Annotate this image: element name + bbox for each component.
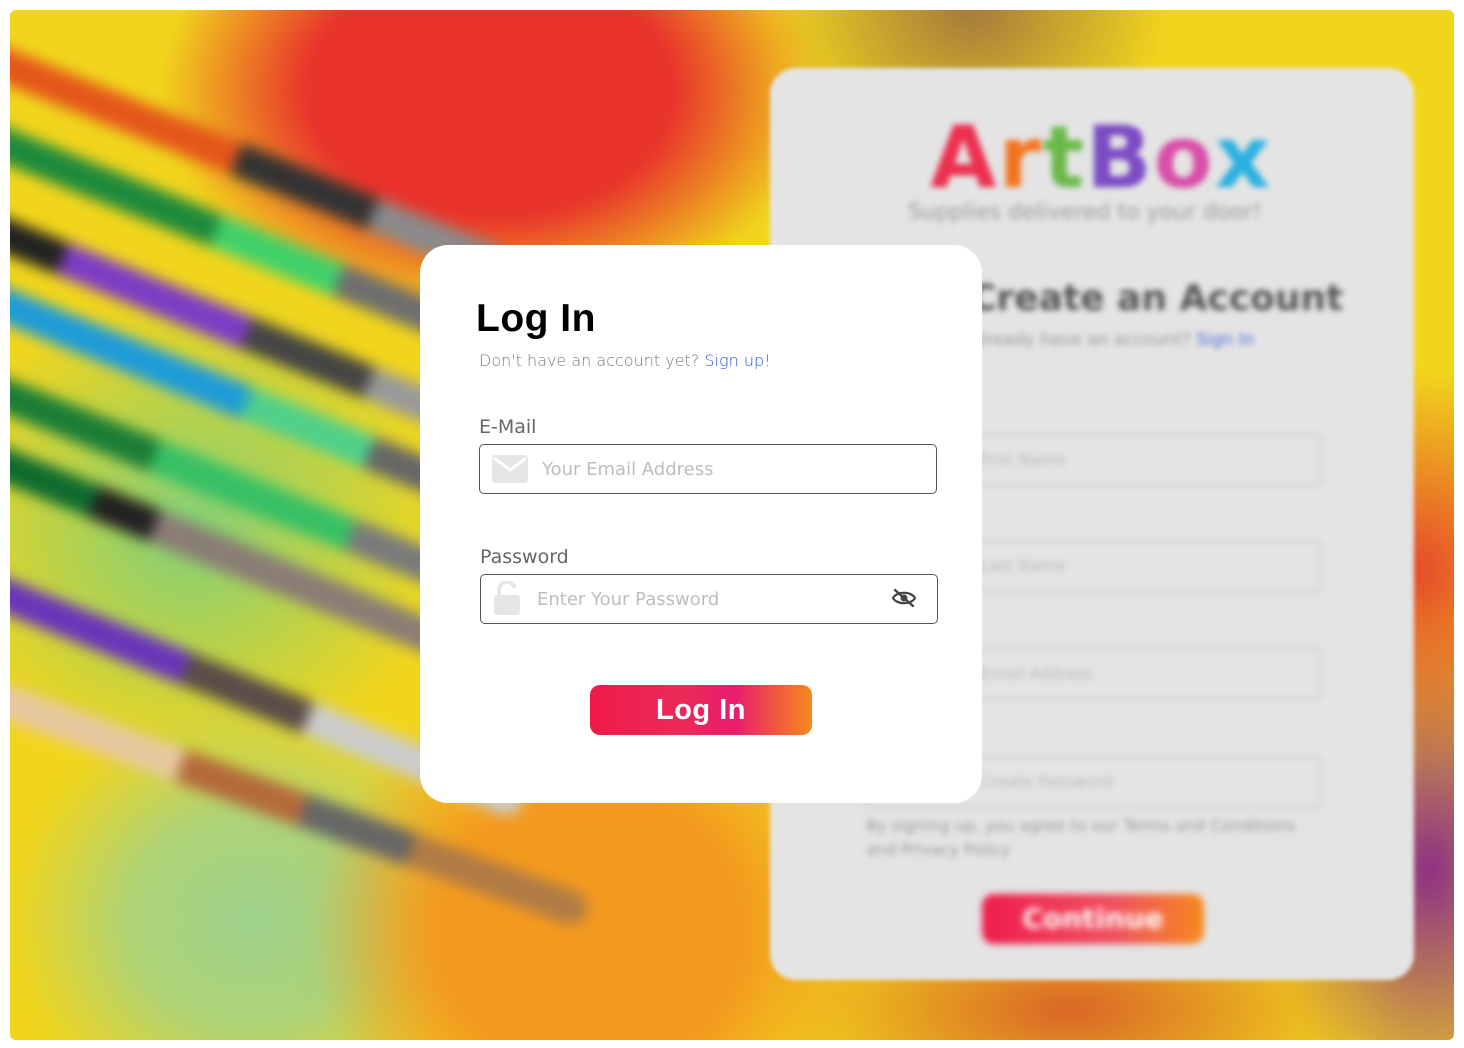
logo-letter: x: [1214, 108, 1273, 208]
field-placeholder: Last Name: [980, 556, 1066, 575]
logo-letter: A: [930, 108, 999, 208]
signin-prompt: Already have an account? Sign In: [970, 330, 1254, 350]
eye-slash-icon[interactable]: [891, 587, 917, 609]
email-label: E-Mail: [479, 416, 537, 438]
unlock-icon: [494, 581, 520, 615]
signup-prompt-text: Don't have an account yet?: [479, 351, 700, 370]
password-field[interactable]: [480, 574, 938, 624]
continue-button: Continue: [982, 894, 1204, 944]
signin-prompt-text: Already have an account?: [970, 330, 1191, 350]
page-title: Log In: [476, 297, 596, 340]
login-modal: Log In Don't have an account yet? Sign u…: [420, 245, 982, 803]
signup-link[interactable]: Sign up!: [704, 351, 770, 370]
password-input[interactable]: [535, 575, 881, 623]
signin-link: Sign In: [1195, 330, 1255, 350]
logo-letter: r: [998, 108, 1043, 208]
login-button[interactable]: Log In: [590, 685, 812, 735]
terms-text: By signing up, you agree to our Terms an…: [866, 816, 1296, 859]
signup-heading: Create an Account: [970, 278, 1344, 319]
password-label: Password: [480, 546, 569, 568]
field-placeholder: First Name: [980, 450, 1066, 469]
artbox-logo: ArtBox: [930, 108, 1272, 208]
email-field[interactable]: [479, 444, 937, 494]
logo-letter: o: [1153, 108, 1215, 208]
field-placeholder: Create Password: [980, 772, 1113, 791]
tagline: Supplies delivered to your door!: [908, 200, 1262, 225]
logo-letter: t: [1042, 108, 1087, 208]
signup-prompt: Don't have an account yet? Sign up!: [479, 351, 771, 370]
email-input[interactable]: [540, 445, 924, 493]
logo-letter: B: [1086, 108, 1154, 208]
envelope-icon: [492, 455, 528, 483]
field-placeholder: Email Address: [980, 664, 1094, 683]
